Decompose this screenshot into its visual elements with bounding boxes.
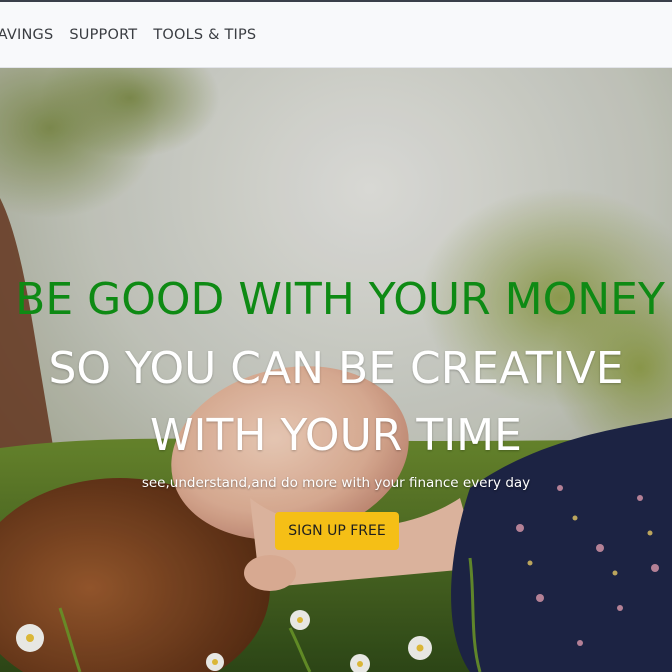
hero-headline-green: BE GOOD WITH YOUR MONEY	[0, 274, 672, 326]
nav-link-support[interactable]: SUPPORT	[69, 27, 137, 43]
hero-section: BE GOOD WITH YOUR MONEY SO YOU CAN BE CR…	[0, 68, 672, 672]
nav-links: SAVINGS SUPPORT TOOLS & TIPS	[0, 2, 256, 68]
sign-up-free-button[interactable]: SIGN UP FREE	[275, 512, 399, 550]
page: SAVINGS SUPPORT TOOLS & TIPS	[0, 0, 672, 672]
navbar: SAVINGS SUPPORT TOOLS & TIPS	[0, 2, 672, 68]
hero-headline-green-text: BE GOOD WITH YOUR MONEY	[15, 274, 665, 325]
hero-tagline: see,understand,and do more with your fin…	[141, 475, 531, 491]
hero-headline-line2: WITH YOUR TIME	[150, 410, 522, 461]
hero-headline-line1: SO YOU CAN BE CREATIVE	[48, 343, 624, 394]
nav-link-savings[interactable]: SAVINGS	[0, 27, 53, 43]
nav-link-tools-tips[interactable]: TOOLS & TIPS	[153, 27, 256, 43]
